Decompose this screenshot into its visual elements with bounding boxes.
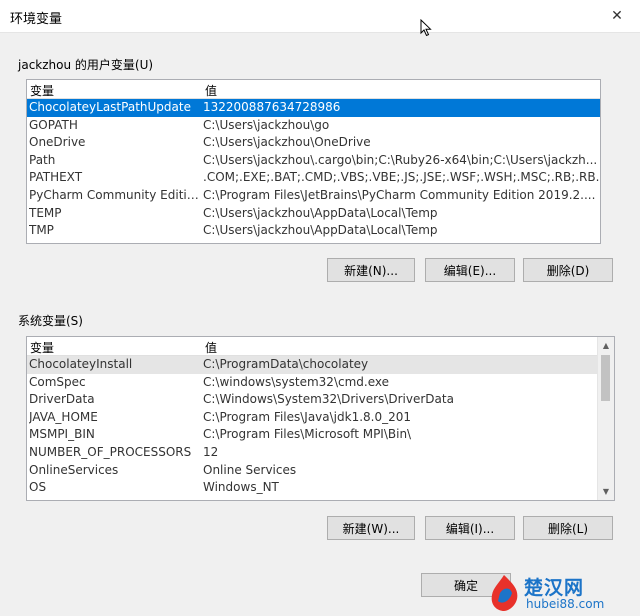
system-vars-header: 变量 值 bbox=[27, 337, 597, 356]
table-row[interactable]: OS Windows_NT bbox=[27, 479, 597, 497]
column-header-variable[interactable]: 变量 bbox=[30, 82, 54, 99]
variable-value-cell: 132200887634728986 bbox=[203, 100, 341, 114]
table-row[interactable]: JAVA_HOME C:\Program Files\Java\jdk1.8.0_… bbox=[27, 409, 597, 427]
variable-name-cell: PATHEXT bbox=[29, 170, 83, 185]
variable-name-cell: TEMP bbox=[29, 205, 62, 220]
table-row[interactable]: Path C:\Users\jackzhou\.cargo\bin;C:\Ruby… bbox=[27, 152, 600, 170]
table-row[interactable]: MSMPI_BIN C:\Program Files\Microsoft MPI\… bbox=[27, 426, 597, 444]
variable-value-cell: C:\Users\jackzhou\AppData\Local\Temp bbox=[203, 205, 438, 220]
variable-name-cell: OnlineServices bbox=[29, 462, 119, 477]
scrollbar-thumb[interactable] bbox=[601, 355, 610, 401]
variable-value-cell: C:\Users\jackzhou\.cargo\bin;C:\Ruby26-x… bbox=[203, 152, 598, 167]
variable-name-cell: ChocolateyInstall bbox=[29, 357, 133, 371]
user-vars-label: jackzhou 的用户变量(U) bbox=[18, 58, 154, 72]
variable-name-cell: NUMBER_OF_PROCESSORS bbox=[29, 444, 192, 459]
table-row[interactable]: GOPATH C:\Users\jackzhou\go bbox=[27, 117, 600, 135]
title-bar: 环境变量 ✕ bbox=[0, 0, 640, 33]
variable-value-cell: C:\Windows\System32\Drivers\DriverData bbox=[203, 392, 454, 407]
scroll-down-arrow-icon[interactable]: ▼ bbox=[598, 483, 614, 500]
column-header-variable[interactable]: 变量 bbox=[30, 339, 54, 356]
user-edit-button[interactable]: 编辑(E)... bbox=[425, 258, 515, 282]
variable-name-cell: DriverData bbox=[29, 392, 95, 407]
table-row[interactable]: OneDrive C:\Users\jackzhou\OneDrive bbox=[27, 134, 600, 152]
close-button[interactable]: ✕ bbox=[594, 0, 640, 32]
variable-name-cell: OS bbox=[29, 480, 47, 495]
variable-name-cell: OneDrive bbox=[29, 135, 86, 150]
table-row[interactable]: DriverData C:\Windows\System32\Drivers\Dr… bbox=[27, 391, 597, 409]
system-delete-button[interactable]: 删除(L) bbox=[523, 516, 613, 540]
table-row[interactable]: TEMP C:\Users\jackzhou\AppData\Local\Temp bbox=[27, 205, 600, 223]
table-row[interactable]: ChocolateyLastPathUpdate 1322008876347289… bbox=[27, 99, 600, 117]
scroll-up-arrow-icon[interactable]: ▲ bbox=[598, 337, 614, 354]
variable-name-cell: MSMPI_BIN bbox=[29, 427, 95, 442]
variable-value-cell: C:\Program Files\Microsoft MPI\Bin\ bbox=[203, 427, 412, 442]
variable-name-cell: TMP bbox=[29, 223, 54, 238]
watermark: 楚汉网 hubei88.com bbox=[484, 571, 640, 616]
column-header-value[interactable]: 值 bbox=[205, 339, 217, 356]
variable-value-cell: C:\Users\jackzhou\go bbox=[203, 117, 330, 132]
table-row[interactable]: OnlineServices Online Services bbox=[27, 462, 597, 480]
system-edit-button[interactable]: 编辑(I)... bbox=[425, 516, 515, 540]
system-vars-list[interactable]: 变量 值 ChocolateyInstall C:\ProgramData\cho… bbox=[26, 336, 615, 501]
variable-value-cell: C:\windows\system32\cmd.exe bbox=[203, 374, 389, 389]
system-new-button[interactable]: 新建(W)... bbox=[327, 516, 415, 540]
variable-name-cell: JAVA_HOME bbox=[29, 409, 98, 424]
variable-value-cell: C:\Program Files\JetBrains\PyCharm Commu… bbox=[203, 187, 596, 202]
variable-name-cell: ChocolateyLastPathUpdate bbox=[29, 100, 191, 114]
user-new-button[interactable]: 新建(N)... bbox=[327, 258, 415, 282]
variable-value-cell: C:\Users\jackzhou\OneDrive bbox=[203, 135, 371, 150]
variable-value-cell: C:\Program Files\Java\jdk1.8.0_201 bbox=[203, 409, 412, 424]
table-row[interactable]: NUMBER_OF_PROCESSORS 12 bbox=[27, 444, 597, 462]
variable-value-cell: .COM;.EXE;.BAT;.CMD;.VBS;.VBE;.JS;.JSE;.… bbox=[203, 170, 601, 185]
variable-value-cell: 12 bbox=[203, 444, 219, 459]
table-row[interactable]: PyCharm Community Edition C:\Program File… bbox=[27, 187, 600, 205]
table-row[interactable]: ComSpec C:\windows\system32\cmd.exe bbox=[27, 374, 597, 392]
table-row[interactable]: ChocolateyInstall C:\ProgramData\chocolat… bbox=[27, 356, 597, 374]
table-row[interactable]: TMP C:\Users\jackzhou\AppData\Local\Temp bbox=[27, 222, 600, 240]
watermark-url: hubei88.com bbox=[526, 597, 605, 611]
table-row[interactable]: PATHEXT .COM;.EXE;.BAT;.CMD;.VBS;.VBE;.JS… bbox=[27, 169, 600, 187]
watermark-text: 楚汉网 bbox=[524, 577, 585, 599]
vertical-scrollbar[interactable]: ▲ ▼ bbox=[597, 337, 614, 500]
user-vars-header: 变量 值 bbox=[27, 80, 600, 99]
user-delete-button[interactable]: 删除(D) bbox=[523, 258, 613, 282]
variable-value-cell: Online Services bbox=[203, 462, 297, 477]
user-vars-list[interactable]: 变量 值 ChocolateyLastPathUpdate 13220088763… bbox=[26, 79, 601, 244]
variable-value-cell: C:\Users\jackzhou\AppData\Local\Temp bbox=[203, 223, 438, 238]
variable-name-cell: Path bbox=[29, 152, 56, 167]
window-title: 环境变量 bbox=[10, 12, 63, 27]
column-header-value[interactable]: 值 bbox=[205, 82, 217, 99]
variable-name-cell: PyCharm Community Edition bbox=[29, 187, 199, 202]
variable-value-cell: C:\ProgramData\chocolatey bbox=[203, 357, 369, 371]
variable-name-cell: GOPATH bbox=[29, 117, 78, 132]
watermark-logo-icon bbox=[491, 575, 518, 611]
variable-value-cell: Windows_NT bbox=[203, 480, 279, 495]
system-vars-label: 系统变量(S) bbox=[18, 314, 83, 328]
mouse-cursor-icon bbox=[420, 19, 432, 37]
variable-name-cell: ComSpec bbox=[29, 374, 86, 389]
